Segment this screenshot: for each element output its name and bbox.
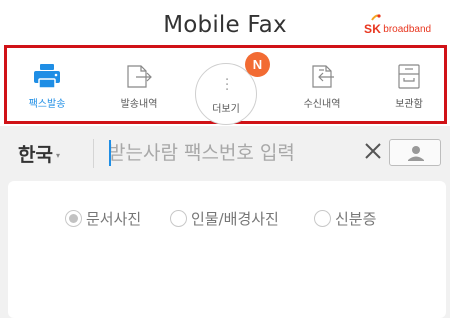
logo-subtext: broadband: [383, 24, 432, 35]
radio-label: 문서사진: [86, 209, 142, 228]
country-select[interactable]: 한국 ▾: [18, 140, 60, 167]
divider: [93, 139, 94, 168]
clear-icon[interactable]: [362, 140, 384, 162]
logo-brand: SK: [364, 22, 382, 36]
radio-circle: [170, 209, 187, 227]
nav-item-sent-history[interactable]: 발송내역: [99, 48, 179, 121]
radio-person-background-photo[interactable]: 인물/배경사진: [170, 208, 279, 228]
sk-logo-mark-icon: [371, 14, 381, 21]
more-vertical-icon: · · ·: [225, 73, 230, 98]
photo-type-options: 문서사진 인물/배경사진 신분증: [0, 208, 450, 228]
nav-label-sent-history: 발송내역: [120, 99, 158, 110]
nav-item-received-history[interactable]: 수신내역: [282, 48, 362, 121]
nav-label-received-history: 수신내역: [303, 99, 341, 110]
radio-circle: [65, 209, 82, 227]
nav-item-archive[interactable]: 보관함: [369, 48, 449, 121]
more-label: 더보기: [212, 104, 240, 115]
archive-box-icon: [398, 64, 420, 89]
radio-circle: [314, 209, 331, 227]
app-header: Mobile Fax SK broadband: [0, 0, 450, 46]
contacts-button[interactable]: [389, 139, 441, 166]
recipient-fax-input[interactable]: [108, 136, 348, 170]
nav-label-send-fax: 팩스발송: [28, 99, 66, 110]
country-value: 한국: [18, 144, 53, 166]
fax-machine-icon: [34, 64, 60, 89]
new-badge: N: [245, 52, 270, 77]
person-icon: [408, 146, 424, 161]
radio-id-card[interactable]: 신분증: [314, 208, 376, 228]
nav-label-archive: 보관함: [395, 99, 423, 110]
sent-history-icon: [127, 65, 152, 88]
received-history-icon: [312, 65, 334, 88]
content-panel: [8, 181, 446, 318]
text-cursor: [109, 140, 111, 166]
chevron-down-icon: ▾: [55, 151, 60, 160]
radio-label: 인물/배경사진: [191, 209, 279, 228]
nav-item-send-fax[interactable]: 팩스발송: [7, 48, 87, 121]
radio-document-photo[interactable]: 문서사진: [65, 208, 141, 228]
sk-broadband-logo: SK broadband: [364, 14, 432, 36]
radio-label: 신분증: [335, 209, 377, 228]
